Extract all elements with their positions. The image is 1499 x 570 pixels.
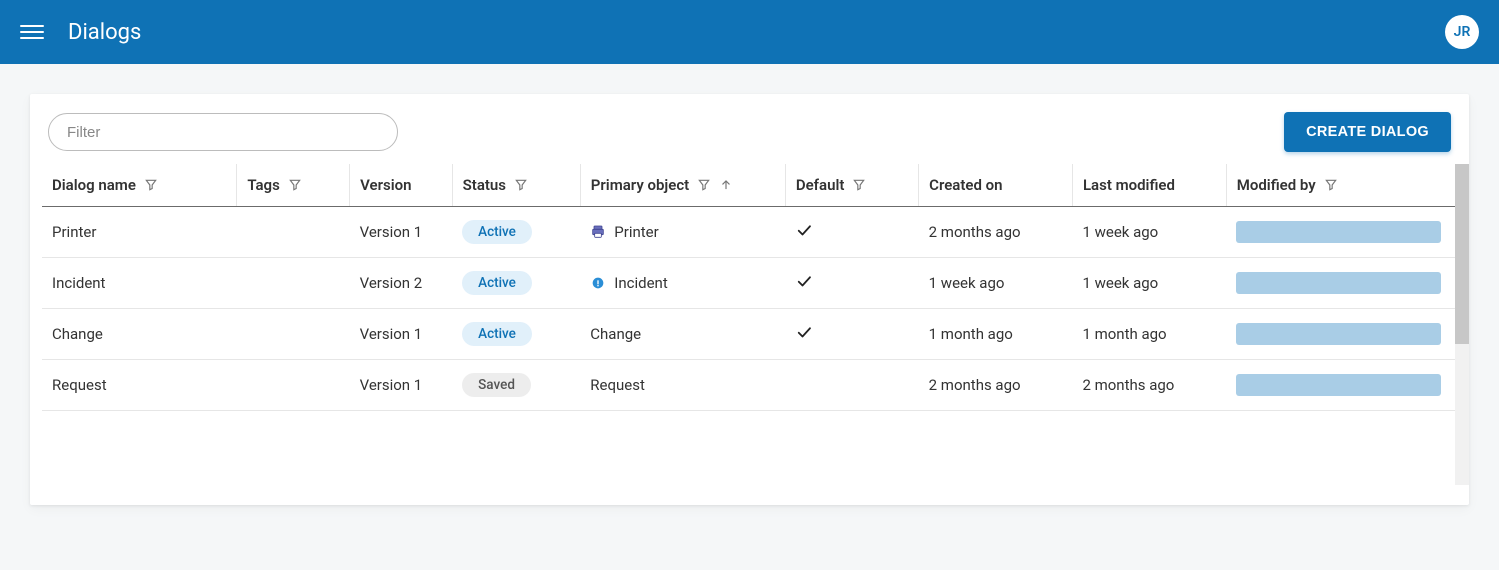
filter-icon[interactable] xyxy=(144,178,158,192)
col-label: Version xyxy=(360,176,411,194)
cell-status: Active xyxy=(452,258,580,309)
cell-modified-by xyxy=(1226,258,1457,309)
col-header-version[interactable]: Version xyxy=(350,164,453,207)
filter-icon[interactable] xyxy=(514,178,528,192)
cell-primary-object: Printer xyxy=(580,207,785,258)
filter-input[interactable] xyxy=(48,113,398,151)
col-header-last-modified[interactable]: Last modified xyxy=(1072,164,1226,207)
filter-icon[interactable] xyxy=(288,178,302,192)
header-left: Dialogs xyxy=(20,20,141,45)
table-scroll[interactable]: Dialog name Tags xyxy=(42,164,1457,501)
vertical-scrollbar[interactable] xyxy=(1455,164,1469,485)
col-header-primary-object[interactable]: Primary object xyxy=(580,164,785,207)
redacted-value xyxy=(1236,374,1441,396)
cell-default xyxy=(785,258,918,309)
cell-name: Change xyxy=(42,309,237,360)
col-label: Primary object xyxy=(591,176,689,194)
cell-created-on: 2 months ago xyxy=(919,360,1073,411)
status-badge: Active xyxy=(462,271,532,295)
cell-last-modified: 2 months ago xyxy=(1072,360,1226,411)
redacted-value xyxy=(1236,272,1441,294)
menu-icon[interactable] xyxy=(20,20,44,44)
check-icon xyxy=(795,225,813,243)
cell-version: Version 1 xyxy=(350,207,453,258)
col-label: Default xyxy=(796,176,845,194)
cell-default xyxy=(785,360,918,411)
filter-icon[interactable] xyxy=(852,178,866,192)
cell-status: Active xyxy=(452,207,580,258)
cell-tags xyxy=(237,258,350,309)
primary-object-label: Change xyxy=(590,325,641,343)
dialogs-table: Dialog name Tags xyxy=(42,164,1457,411)
cell-name: Request xyxy=(42,360,237,411)
col-label: Last modified xyxy=(1083,176,1175,194)
cell-name: Printer xyxy=(42,207,237,258)
filter-icon[interactable] xyxy=(1324,178,1338,192)
cell-primary-object: Request xyxy=(580,360,785,411)
status-badge: Active xyxy=(462,220,532,244)
col-label: Dialog name xyxy=(52,176,136,194)
primary-object-label: Incident xyxy=(614,274,667,292)
col-label: Modified by xyxy=(1237,176,1316,194)
col-label: Status xyxy=(463,176,506,194)
status-badge: Active xyxy=(462,322,532,346)
check-icon xyxy=(795,327,813,345)
avatar[interactable]: JR xyxy=(1445,15,1479,49)
cell-created-on: 1 week ago xyxy=(919,258,1073,309)
cell-primary-object: Change xyxy=(580,309,785,360)
table-row[interactable]: Incident Version 2 Active Incident 1 week ag… xyxy=(42,258,1457,309)
page-body: CREATE DIALOG Dialog name xyxy=(0,64,1499,525)
vertical-scrollbar-thumb[interactable] xyxy=(1455,164,1469,344)
redacted-value xyxy=(1236,221,1441,243)
primary-object-label: Printer xyxy=(614,223,658,241)
cell-version: Version 2 xyxy=(350,258,453,309)
col-header-default[interactable]: Default xyxy=(785,164,918,207)
table-row[interactable]: Printer Version 1 Active Printer 2 months ag… xyxy=(42,207,1457,258)
col-header-status[interactable]: Status xyxy=(452,164,580,207)
cell-modified-by xyxy=(1226,360,1457,411)
cell-version: Version 1 xyxy=(350,360,453,411)
table-empty-area xyxy=(42,411,1457,501)
status-badge: Saved xyxy=(462,373,531,397)
cell-tags xyxy=(237,309,350,360)
printer-icon xyxy=(590,224,608,242)
redacted-value xyxy=(1236,323,1441,345)
primary-object-label: Request xyxy=(590,376,645,394)
cell-version: Version 1 xyxy=(350,309,453,360)
col-header-name[interactable]: Dialog name xyxy=(42,164,237,207)
col-label: Created on xyxy=(929,176,1002,194)
cell-last-modified: 1 month ago xyxy=(1072,309,1226,360)
cell-status: Saved xyxy=(452,360,580,411)
cell-tags xyxy=(237,207,350,258)
toolbar: CREATE DIALOG xyxy=(30,94,1469,164)
col-header-tags[interactable]: Tags xyxy=(237,164,350,207)
sort-asc-icon[interactable] xyxy=(719,178,733,192)
filter-icon[interactable] xyxy=(697,178,711,192)
cell-modified-by xyxy=(1226,309,1457,360)
cell-modified-by xyxy=(1226,207,1457,258)
table-row[interactable]: Request Version 1 Saved Request 2 months ago… xyxy=(42,360,1457,411)
cell-status: Active xyxy=(452,309,580,360)
col-header-modified-by[interactable]: Modified by xyxy=(1226,164,1457,207)
incident-icon xyxy=(590,275,608,293)
cell-tags xyxy=(237,360,350,411)
cell-primary-object: Incident xyxy=(580,258,785,309)
table-header-row: Dialog name Tags xyxy=(42,164,1457,207)
content-card: CREATE DIALOG Dialog name xyxy=(30,94,1469,505)
cell-default xyxy=(785,207,918,258)
cell-default xyxy=(785,309,918,360)
check-icon xyxy=(795,276,813,294)
page-title: Dialogs xyxy=(68,20,141,45)
create-dialog-button[interactable]: CREATE DIALOG xyxy=(1284,112,1451,152)
cell-last-modified: 1 week ago xyxy=(1072,207,1226,258)
col-label: Tags xyxy=(247,176,280,194)
cell-last-modified: 1 week ago xyxy=(1072,258,1226,309)
cell-name: Incident xyxy=(42,258,237,309)
cell-created-on: 2 months ago xyxy=(919,207,1073,258)
col-header-created[interactable]: Created on xyxy=(919,164,1073,207)
app-header: Dialogs JR xyxy=(0,0,1499,64)
cell-created-on: 1 month ago xyxy=(919,309,1073,360)
table-row[interactable]: Change Version 1 Active Change 1 month ago1 … xyxy=(42,309,1457,360)
table-area: Dialog name Tags xyxy=(30,164,1469,501)
